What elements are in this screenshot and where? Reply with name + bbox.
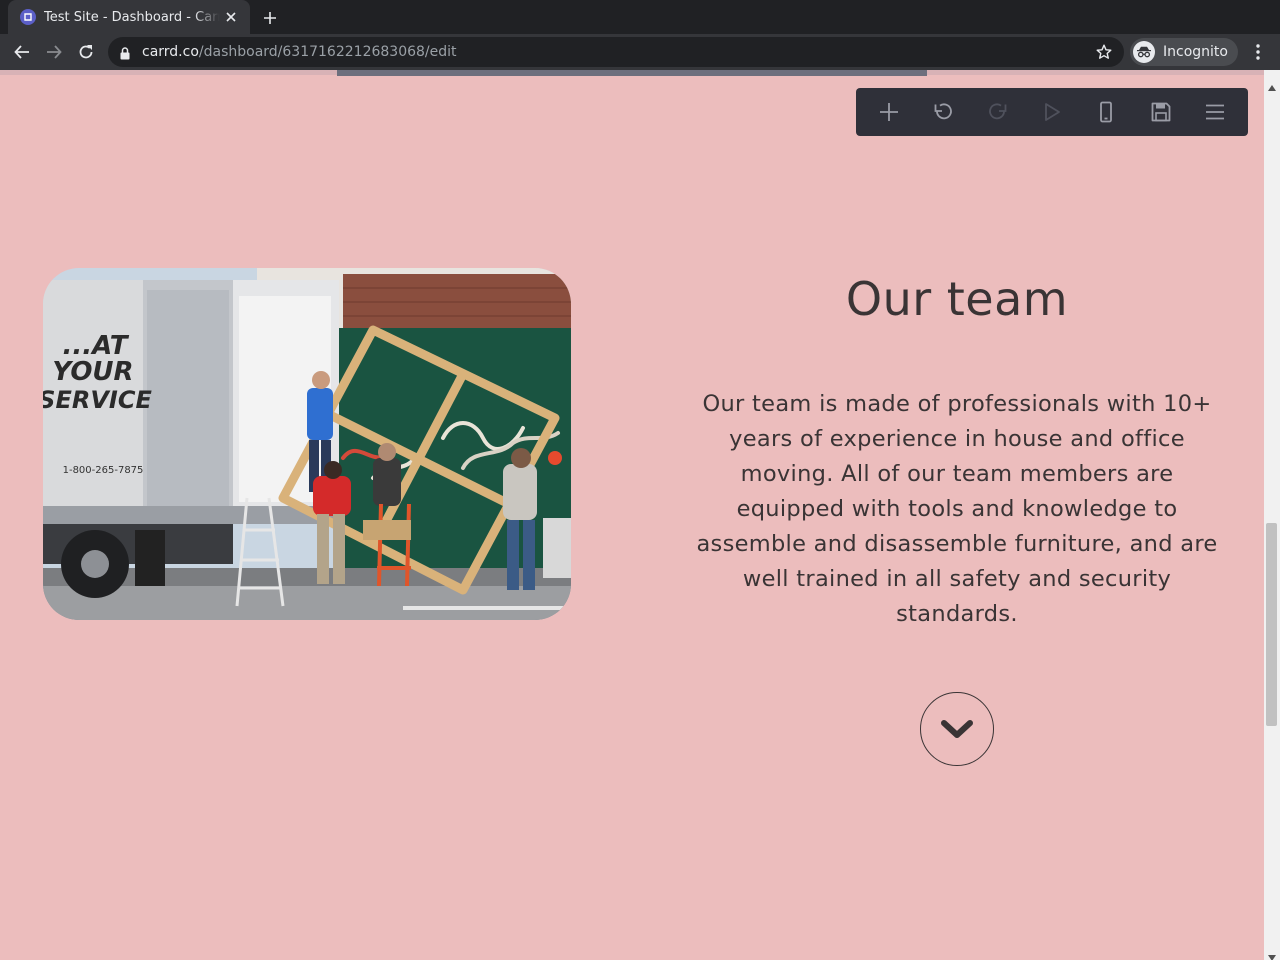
svg-text:YOUR: YOUR (52, 357, 133, 387)
browser-tab[interactable]: Test Site - Dashboard - Carrd (8, 0, 250, 34)
section-body-text[interactable]: Our team is made of professionals with 1… (688, 387, 1226, 632)
url-host: carrd.co (142, 44, 199, 60)
url-text: carrd.co/dashboard/6317162212683068/edit (142, 44, 457, 60)
menu-icon[interactable] (1195, 92, 1235, 132)
section-heading[interactable]: Our team (660, 272, 1254, 326)
movers-photo-illustration: ...AT YOUR SERVICE 1-800-265-7875 (43, 268, 571, 620)
incognito-badge[interactable]: Incognito (1130, 38, 1238, 66)
movers-photo[interactable]: ...AT YOUR SERVICE 1-800-265-7875 (43, 268, 571, 620)
add-icon[interactable] (869, 92, 909, 132)
save-icon[interactable] (1141, 92, 1181, 132)
scroll-up-arrow-icon[interactable] (1268, 76, 1276, 95)
carrd-favicon-icon (20, 9, 36, 25)
browser-tab-strip: Test Site - Dashboard - Carrd (0, 0, 1280, 34)
scroll-down-button[interactable] (920, 692, 994, 766)
address-bar[interactable]: carrd.co/dashboard/6317162212683068/edit (108, 37, 1124, 67)
scroll-down-arrow-icon[interactable] (1268, 946, 1276, 960)
svg-text:1-800-265-7875: 1-800-265-7875 (63, 465, 144, 476)
browser-menu-icon[interactable] (1248, 42, 1268, 62)
lock-icon (120, 45, 130, 64)
bookmark-star-icon[interactable] (1096, 44, 1112, 64)
url-path: /dashboard/6317162212683068/edit (198, 44, 457, 60)
editor-toolbar (856, 88, 1248, 136)
svg-text:SERVICE: SERVICE (43, 386, 152, 414)
incognito-label: Incognito (1163, 44, 1228, 60)
new-tab-icon[interactable] (258, 6, 282, 30)
forward-arrow-icon[interactable] (40, 38, 68, 66)
scrollbar-thumb[interactable] (1266, 523, 1277, 726)
reload-icon[interactable] (72, 38, 100, 66)
mobile-icon[interactable] (1086, 92, 1126, 132)
browser-toolbar: carrd.co/dashboard/6317162212683068/edit… (0, 34, 1280, 70)
incognito-icon (1133, 41, 1155, 63)
undo-icon[interactable] (923, 92, 963, 132)
page-scrollbar[interactable] (1264, 70, 1280, 960)
close-tab-icon[interactable] (222, 8, 240, 26)
play-icon[interactable] (1032, 92, 1072, 132)
chevron-down-icon (941, 720, 973, 738)
tab-title: Test Site - Dashboard - Carrd (44, 9, 220, 25)
redo-icon[interactable] (978, 92, 1018, 132)
back-arrow-icon[interactable] (8, 38, 36, 66)
section-selection-bar[interactable] (337, 70, 927, 76)
